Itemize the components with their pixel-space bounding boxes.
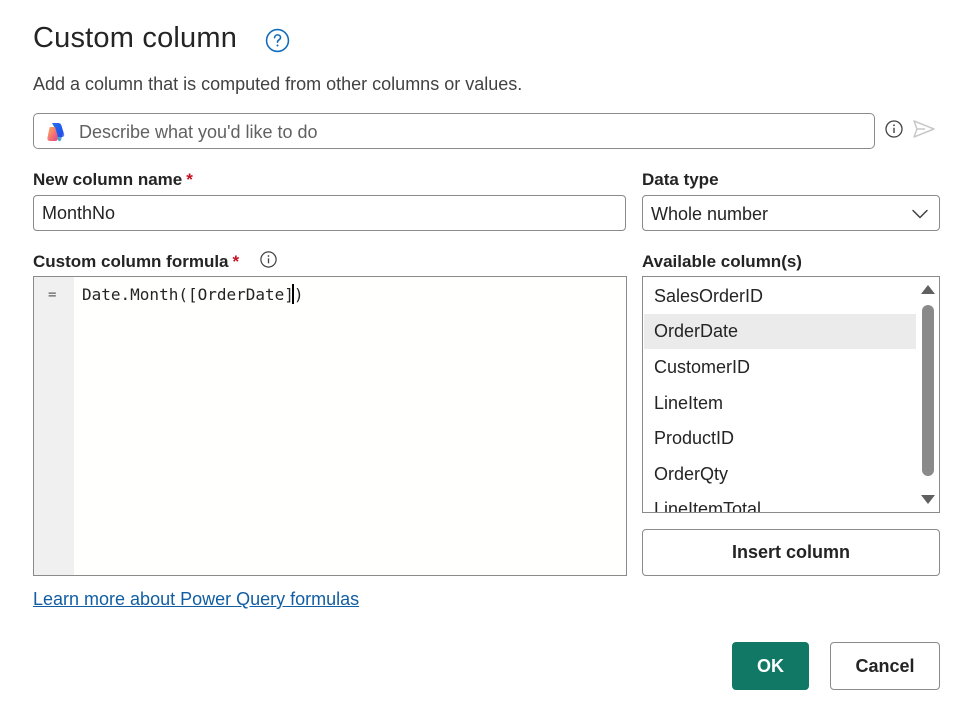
copilot-logo-icon	[47, 123, 65, 142]
formula-text[interactable]: Date.Month([OrderDate])	[82, 284, 304, 304]
copilot-prompt-input[interactable]: Describe what you'd like to do	[33, 113, 875, 149]
custom-formula-label-text: Custom column formula	[33, 252, 229, 271]
new-column-name-input[interactable]	[33, 195, 626, 231]
ok-button[interactable]: OK	[732, 642, 809, 690]
formula-editor[interactable]: = Date.Month([OrderDate])	[33, 276, 627, 576]
new-column-name-label-text: New column name	[33, 170, 183, 189]
list-item[interactable]: SalesOrderID	[644, 279, 916, 314]
scrollbar-thumb[interactable]	[922, 305, 934, 476]
scroll-down-arrow-icon[interactable]	[921, 495, 935, 504]
list-item[interactable]: LineItem	[644, 386, 916, 421]
list-item[interactable]: LineItemTotal	[644, 492, 916, 512]
formula-gutter: =	[34, 277, 74, 575]
list-item[interactable]: CustomerID	[644, 350, 916, 385]
formula-text-before-caret: Date.Month([OrderDate]	[82, 285, 294, 304]
cancel-button[interactable]: Cancel	[830, 642, 940, 690]
info-icon[interactable]	[259, 250, 278, 269]
available-columns-label: Available column(s)	[642, 252, 802, 271]
copilot-placeholder: Describe what you'd like to do	[79, 122, 318, 142]
data-type-selected-value: Whole number	[651, 204, 769, 224]
available-columns-list[interactable]: SalesOrderID OrderDate CustomerID LineIt…	[642, 276, 940, 513]
formula-equals-sign: =	[48, 287, 57, 303]
dialog-title: Custom column	[33, 22, 238, 54]
list-item[interactable]: OrderQty	[644, 457, 916, 492]
scroll-up-arrow-icon[interactable]	[921, 285, 935, 294]
info-icon[interactable]	[884, 119, 904, 139]
new-column-name-label: New column name *	[33, 170, 193, 190]
dialog-subtitle: Add a column that is computed from other…	[33, 74, 523, 94]
list-item-selected[interactable]: OrderDate	[644, 314, 916, 349]
formula-text-after-caret: )	[293, 285, 304, 304]
required-mark: *	[186, 170, 193, 189]
required-mark: *	[232, 252, 240, 271]
custom-formula-label: Custom column formula *	[33, 252, 239, 272]
chevron-down-icon	[912, 209, 928, 219]
send-icon[interactable]	[911, 118, 937, 140]
data-type-dropdown[interactable]: Whole number	[642, 195, 940, 231]
learn-more-link[interactable]: Learn more about Power Query formulas	[33, 589, 359, 610]
data-type-label: Data type	[642, 170, 719, 189]
list-scrollbar[interactable]	[917, 279, 937, 510]
question-circle-icon[interactable]	[265, 28, 290, 53]
insert-column-button[interactable]: Insert column	[642, 529, 940, 576]
list-item[interactable]: ProductID	[644, 421, 916, 456]
